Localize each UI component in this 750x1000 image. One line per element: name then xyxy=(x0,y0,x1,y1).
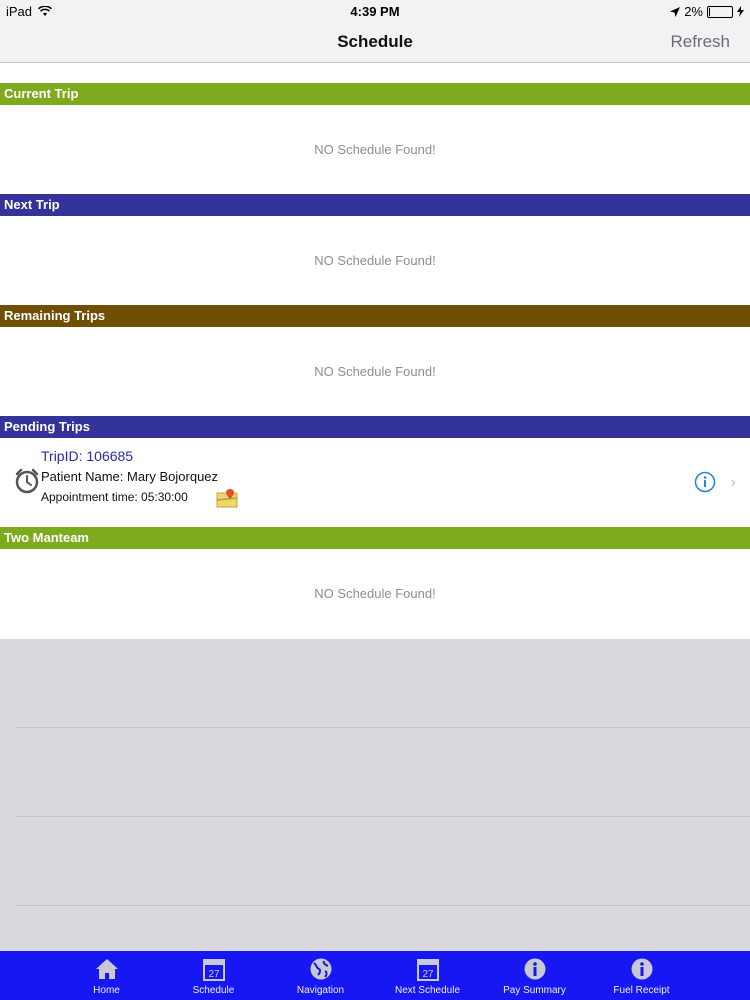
appointment-time: Appointment time: 05:30:00 xyxy=(41,490,188,504)
navigation-bar: Schedule Refresh xyxy=(0,22,750,63)
row-separator xyxy=(15,816,750,817)
tab-label: Fuel Receipt xyxy=(613,985,670,996)
remaining-trips-empty-message: NO Schedule Found! xyxy=(0,327,750,416)
globe-icon xyxy=(310,958,332,980)
tab-pay-summary[interactable]: Pay Summary xyxy=(481,951,588,1000)
tab-label: Schedule xyxy=(192,985,235,996)
next-trip-empty-message: NO Schedule Found! xyxy=(0,216,750,305)
battery-percent: 2% xyxy=(684,4,703,19)
section-header-current-trip: Current Trip xyxy=(0,83,750,105)
status-bar: iPad 4:39 PM 2% xyxy=(0,0,750,22)
two-manteam-empty-message: NO Schedule Found! xyxy=(0,549,750,638)
section-header-two-manteam: Two Manteam xyxy=(0,527,750,549)
pending-trip-row[interactable]: TripID: 106685 Patient Name: Mary Bojorq… xyxy=(0,438,750,527)
location-icon xyxy=(670,6,681,17)
home-icon xyxy=(96,959,118,979)
calendar-icon: 27 xyxy=(203,959,225,981)
schedule-list[interactable]: Current Trip NO Schedule Found! Next Tri… xyxy=(0,63,750,638)
section-header-remaining-trips: Remaining Trips xyxy=(0,305,750,327)
tab-fuel-receipt[interactable]: Fuel Receipt xyxy=(588,951,695,1000)
tab-label: Navigation xyxy=(296,985,345,996)
charging-icon xyxy=(737,6,744,17)
section-header-pending-trips: Pending Trips xyxy=(0,416,750,438)
current-trip-empty-message: NO Schedule Found! xyxy=(0,105,750,194)
alarm-clock-icon xyxy=(15,468,39,494)
empty-table-area xyxy=(0,639,750,951)
clock: 4:39 PM xyxy=(350,4,400,19)
row-separator xyxy=(15,727,750,728)
info-icon[interactable] xyxy=(694,471,716,493)
tab-label: Home xyxy=(93,985,120,996)
tab-next-schedule[interactable]: 27 Next Schedule xyxy=(374,951,481,1000)
tab-label: Pay Summary xyxy=(503,985,566,996)
calendar-day: 27 xyxy=(422,969,434,980)
tab-schedule[interactable]: 27 Schedule xyxy=(160,951,267,1000)
info-icon xyxy=(524,958,546,980)
chevron-right-icon: › xyxy=(730,474,736,491)
page-title: Schedule xyxy=(337,32,413,51)
map-pin-icon[interactable] xyxy=(216,488,238,508)
tab-label: Next Schedule xyxy=(394,985,461,996)
info-icon xyxy=(631,958,653,980)
refresh-button[interactable]: Refresh xyxy=(670,32,730,52)
tab-navigation[interactable]: Navigation xyxy=(267,951,374,1000)
row-separator xyxy=(15,905,750,906)
trip-id: TripID: 106685 xyxy=(41,448,134,464)
patient-name: Patient Name: Mary Bojorquez xyxy=(41,469,219,484)
tab-home[interactable]: Home xyxy=(53,951,160,1000)
tab-bar: Home 27 Schedule Navigation 27 Next Sche… xyxy=(0,951,750,1000)
battery-icon xyxy=(707,5,733,18)
calendar-day: 27 xyxy=(208,969,220,980)
calendar-icon: 27 xyxy=(417,959,439,981)
section-header-next-trip: Next Trip xyxy=(0,194,750,216)
